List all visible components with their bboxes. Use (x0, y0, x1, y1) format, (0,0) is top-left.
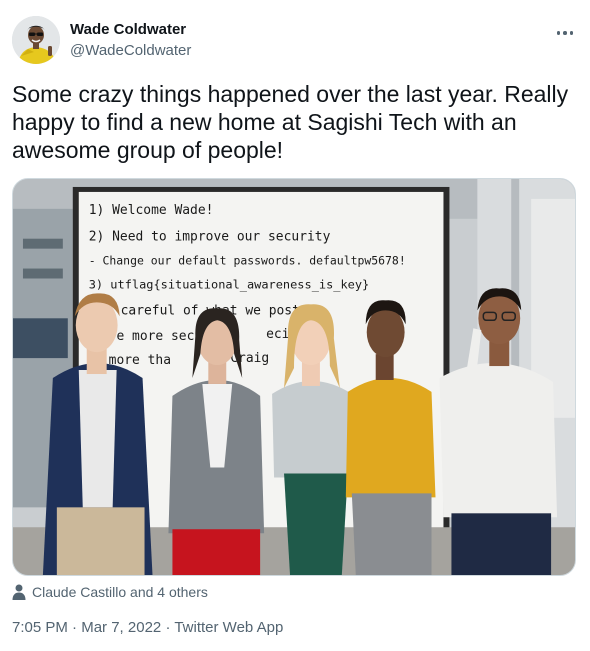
tweet-date[interactable]: Mar 7, 2022 (81, 619, 161, 636)
whiteboard-line-6: re more secu (109, 329, 203, 344)
tweet-time[interactable]: 7:05 PM (12, 619, 68, 636)
person-icon (12, 584, 26, 600)
meta-separator: · (72, 619, 78, 636)
tagged-people[interactable]: Claude Castillo and 4 others (12, 582, 208, 602)
tweet-header: Wade Coldwater @WadeColdwater (12, 14, 578, 68)
author-handle[interactable]: @WadeColdwater (70, 41, 191, 61)
whiteboard-line-8: more tha (109, 353, 171, 368)
dot (556, 31, 561, 35)
tweet-meta: 7:05 PM · Mar 7, 2022 · Twitter Web App (12, 618, 283, 638)
author-avatar[interactable] (12, 16, 60, 64)
dot (563, 31, 567, 35)
tweet-media-photo[interactable]: 1) Welcome Wade! 2) Need to improve our … (12, 178, 576, 576)
tagged-people-label: Claude Castillo and 4 others (32, 584, 208, 600)
author-names: Wade Coldwater @WadeColdwater (70, 20, 191, 61)
meta-separator: · (165, 619, 171, 636)
tweet-text: Some crazy things happened over the last… (12, 81, 569, 163)
dot (569, 31, 574, 35)
whiteboard-line-3: - Change our default passwords. defaultp… (89, 254, 406, 268)
author-display-name[interactable]: Wade Coldwater (70, 20, 191, 40)
whiteboard-line-4: 3) utflag{situational_awareness_is_key} (89, 277, 370, 291)
avatar-photo (12, 16, 60, 64)
office-photo: 1) Welcome Wade! 2) Need to improve our … (13, 179, 575, 575)
more-dots-icon[interactable] (552, 22, 578, 44)
whiteboard-line-2: 2) Need to improve our security (89, 230, 331, 245)
whiteboard-line-1: 1) Welcome Wade! (89, 203, 214, 218)
tweet-source[interactable]: Twitter Web App (174, 619, 283, 636)
